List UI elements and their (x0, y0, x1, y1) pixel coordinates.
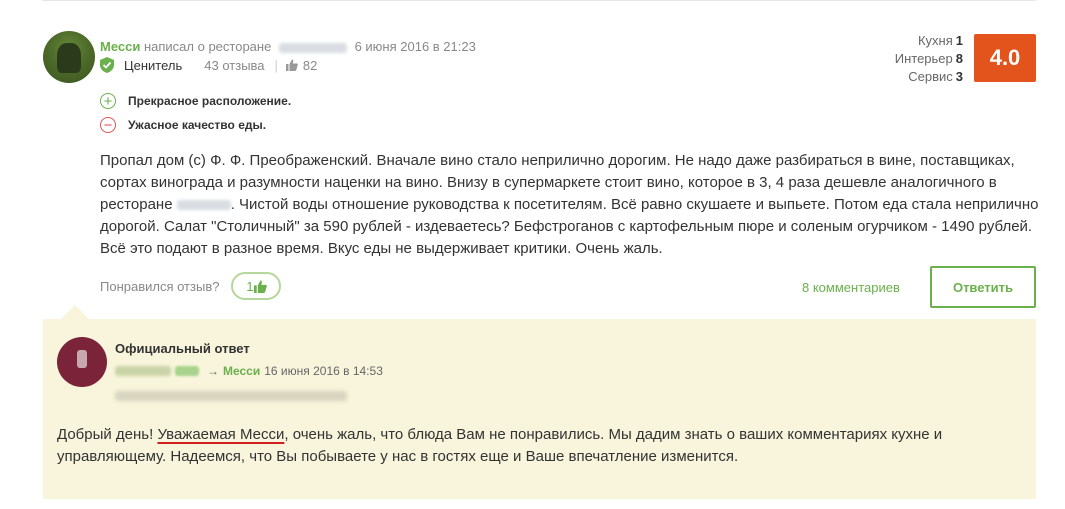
reply-button[interactable]: Ответить (930, 266, 1036, 308)
top-divider (42, 0, 1036, 1)
author-level: Ценитель (124, 57, 183, 73)
official-reply-meta: → Месси 16 июня 2016 в 14:53 (115, 364, 383, 378)
author-meta: Ценитель 43 отзыва | 82 (100, 57, 317, 73)
official-reply-body: Добрый день! Уважаемая Месси, очень жаль… (57, 426, 943, 465)
pro-item: + Прекрасное расположение. (100, 93, 291, 109)
author-likes-count: 82 (302, 57, 318, 73)
responder-name-blurred[interactable] (115, 366, 171, 376)
con-text: Ужасное качество еды. (128, 118, 267, 132)
review-date: 6 июня 2016 в 21:23 (354, 39, 476, 54)
overall-score-badge: 4.0 (974, 34, 1036, 82)
review-body: Пропал дом (с) Ф. Ф. Преображенский. Вна… (100, 152, 1039, 257)
restaurant-name-blurred-inline (176, 200, 231, 211)
responder-role-blurred (115, 391, 347, 401)
plus-circle-icon: + (100, 93, 116, 109)
like-row: Понравился отзыв? 1 (100, 272, 282, 300)
like-review-button[interactable]: 1 (231, 272, 282, 300)
official-reply-title: Официальный ответ (115, 341, 250, 356)
reply-arrow: → (207, 364, 219, 378)
rating-service: Сервис 3 (908, 69, 963, 84)
author-avatar[interactable] (43, 31, 95, 83)
meta-separator: | (274, 57, 278, 73)
author-likes: 82 (285, 57, 318, 73)
minus-circle-icon: − (100, 117, 116, 133)
shield-check-icon (100, 57, 114, 73)
wrote-about-text: написал о ресторане (143, 39, 272, 54)
like-count: 1 (246, 278, 254, 294)
official-reply-notch (61, 305, 89, 319)
comments-link[interactable]: 8 комментариев (802, 280, 900, 295)
rating-interior: Интерьер 8 (894, 51, 963, 66)
author-name-link[interactable]: Месси (100, 39, 140, 54)
reply-date: 16 июня 2016 в 14:53 (264, 364, 383, 378)
review-header: Месси написал о ресторане 6 июня 2016 в … (100, 39, 476, 54)
sub-ratings: Кухня 1 Интерьер 8 Сервис 3 (895, 32, 963, 86)
reply-to-author-link[interactable]: Месси (223, 364, 260, 378)
addressee-underlined: Уважаемая Месси (157, 426, 285, 443)
pro-text: Прекрасное расположение. (128, 94, 292, 108)
restaurant-avatar[interactable] (57, 337, 107, 387)
rating-kitchen: Кухня 1 (917, 33, 963, 48)
author-reviews-count[interactable]: 43 отзыва (204, 58, 264, 73)
responder-badge-blurred (175, 366, 199, 376)
con-item: − Ужасное качество еды. (100, 117, 266, 133)
restaurant-name-blurred[interactable] (278, 42, 347, 53)
thumbs-up-icon (285, 59, 298, 71)
liked-question: Понравился отзыв? (100, 278, 220, 294)
thumbs-up-icon (253, 280, 267, 293)
